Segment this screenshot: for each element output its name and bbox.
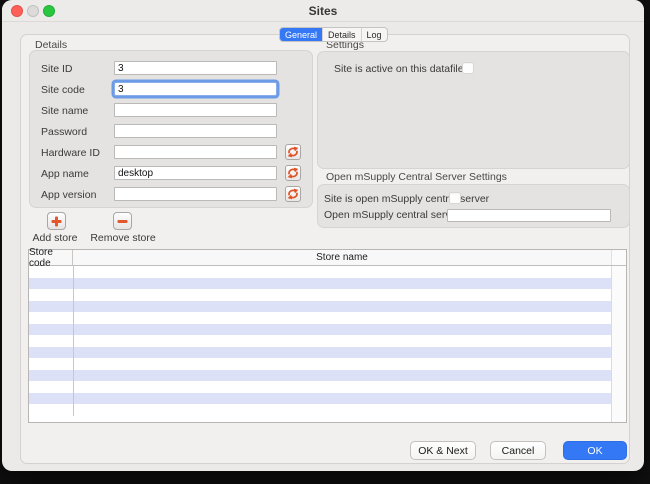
cancel-button[interactable]: Cancel xyxy=(490,441,546,460)
add-store-button[interactable] xyxy=(47,212,66,230)
window-title: Sites xyxy=(2,4,644,18)
tab-bar: General Details Log xyxy=(279,27,388,42)
table-row[interactable] xyxy=(29,335,611,347)
table-scrollbar[interactable] xyxy=(611,266,626,422)
table-row[interactable] xyxy=(29,347,611,359)
hardware-id-input[interactable] xyxy=(114,145,277,159)
hardware-id-refresh-button[interactable] xyxy=(285,144,301,160)
site-name-label: Site name xyxy=(41,104,88,118)
tab-details[interactable]: Details xyxy=(322,28,361,41)
column-header-store-name[interactable]: Store name xyxy=(73,250,611,265)
site-code-input[interactable] xyxy=(114,82,277,96)
hardware-id-label: Hardware ID xyxy=(41,146,100,160)
table-row[interactable] xyxy=(29,266,611,278)
site-id-input[interactable] xyxy=(114,61,277,75)
refresh-icon xyxy=(287,146,299,158)
table-row[interactable] xyxy=(29,278,611,290)
add-store-label: Add store xyxy=(26,232,84,244)
ok-next-button[interactable]: OK & Next xyxy=(410,441,476,460)
settings-groupbox: Site is active on this datafile xyxy=(317,51,630,169)
table-row[interactable] xyxy=(29,289,611,301)
app-name-input[interactable] xyxy=(114,166,277,180)
column-header-store-code[interactable]: Store code xyxy=(29,250,73,265)
table-row[interactable] xyxy=(29,393,611,405)
table-row[interactable] xyxy=(29,312,611,324)
scrollbar-corner xyxy=(611,250,626,265)
title-bar: Sites xyxy=(2,0,644,22)
site-name-input[interactable] xyxy=(114,103,277,117)
remove-store-label: Remove store xyxy=(87,232,159,244)
site-active-label: Site is active on this datafile xyxy=(334,63,464,75)
store-table-body xyxy=(29,266,611,422)
password-input[interactable] xyxy=(114,124,277,138)
column-divider xyxy=(73,266,74,416)
tab-log[interactable]: Log xyxy=(361,28,387,41)
details-groupbox: Site ID Site code Site name Password Har… xyxy=(29,50,313,208)
refresh-icon xyxy=(287,167,299,179)
sites-dialog-window: Sites General Details Log Details Site I… xyxy=(2,0,644,471)
central-server-groupbox: Site is open mSupply central server Open… xyxy=(317,184,630,228)
table-row[interactable] xyxy=(29,301,611,313)
app-name-refresh-button[interactable] xyxy=(285,165,301,181)
password-label: Password xyxy=(41,125,87,139)
table-row[interactable] xyxy=(29,370,611,382)
app-name-label: App name xyxy=(41,167,89,181)
table-row[interactable] xyxy=(29,324,611,336)
central-server-section-title: Open mSupply Central Server Settings xyxy=(326,171,507,183)
minus-icon xyxy=(117,216,128,227)
site-code-label: Site code xyxy=(41,83,85,97)
site-id-label: Site ID xyxy=(41,62,73,76)
table-row[interactable] xyxy=(29,358,611,370)
tab-general[interactable]: General xyxy=(280,28,322,41)
app-version-label: App version xyxy=(41,188,96,202)
refresh-icon xyxy=(287,188,299,200)
store-table: Store code Store name xyxy=(28,249,627,423)
store-table-header: Store code Store name xyxy=(29,250,626,266)
app-version-refresh-button[interactable] xyxy=(285,186,301,202)
plus-icon xyxy=(51,216,62,227)
table-row[interactable] xyxy=(29,381,611,393)
central-server-checkbox-label: Site is open mSupply central server xyxy=(324,193,489,205)
table-row[interactable] xyxy=(29,404,611,416)
central-server-checkbox[interactable] xyxy=(449,192,461,204)
remove-store-button[interactable] xyxy=(113,212,132,230)
ok-button[interactable]: OK xyxy=(563,441,627,460)
site-active-checkbox[interactable] xyxy=(462,62,474,74)
central-server-url-input[interactable] xyxy=(447,209,611,222)
app-version-input[interactable] xyxy=(114,187,277,201)
